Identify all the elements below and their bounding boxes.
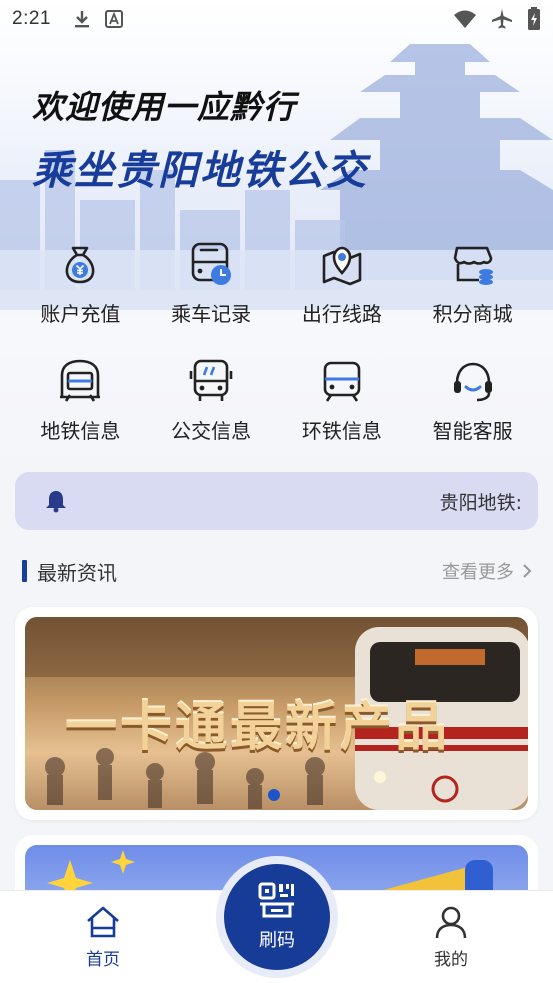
grid-label-metro-info: 地铁信息	[40, 419, 121, 443]
notice-bar[interactable]: 贵阳地铁:	[15, 472, 538, 530]
grid-label-points-mall: 积分商城	[432, 302, 513, 326]
tab-mine-label: 我的	[434, 950, 468, 970]
grid-item-points-mall[interactable]: 积分商城	[407, 240, 538, 327]
download-icon	[74, 11, 89, 28]
money-bag-icon	[65, 246, 95, 284]
grid-item-ring-rail-info[interactable]: 环铁信息	[277, 357, 408, 444]
qr-code-icon	[258, 882, 294, 918]
grid-label-ring-rail-info: 环铁信息	[301, 419, 382, 443]
news-carousel-card[interactable]: 一卡通最新产品	[15, 607, 538, 820]
feature-grid: 账户充值 乘车记录 出行线路 积分商城 地铁信息 公交信息 环铁信息 智能客服	[15, 240, 538, 444]
font-a-icon	[104, 10, 123, 28]
greeting-line-1: 欢迎使用一应黔行	[32, 88, 297, 126]
grid-item-recharge[interactable]: 账户充值	[15, 240, 146, 327]
tab-home[interactable]: 首页	[63, 905, 143, 970]
map-pin-icon	[322, 246, 362, 286]
banner-title: 一卡通最新产品	[65, 698, 451, 758]
chevron-right-icon	[523, 564, 532, 578]
user-icon	[435, 906, 467, 939]
greeting-line-2: 乘坐贵阳地铁公交	[32, 148, 368, 194]
news-section-title: 最新资讯	[37, 560, 117, 585]
section-accent-bar	[22, 560, 27, 582]
battery-charging-icon	[528, 7, 540, 30]
status-time: 2:21	[12, 8, 51, 29]
carousel-indicator-dot[interactable]	[268, 789, 280, 801]
view-more-label: 查看更多	[442, 562, 514, 583]
news-banner-image[interactable]: 一卡通最新产品	[25, 617, 528, 810]
grid-label-smart-service: 智能客服	[432, 419, 513, 443]
scan-code-inner: 刷码	[224, 864, 330, 970]
notice-text: 贵阳地铁:	[439, 491, 522, 514]
train-icon	[323, 361, 361, 402]
view-more-link[interactable]: 查看更多	[442, 558, 532, 584]
grid-item-smart-service[interactable]: 智能客服	[407, 357, 538, 444]
bus-icon	[189, 359, 233, 401]
grid-item-metro-info[interactable]: 地铁信息	[15, 357, 146, 444]
headset-icon	[453, 362, 492, 402]
airplane-mode-icon	[492, 9, 512, 29]
grid-item-ride-records[interactable]: 乘车记录	[146, 240, 277, 327]
home-icon	[87, 906, 119, 938]
store-coins-icon	[453, 246, 493, 285]
grid-item-bus-info[interactable]: 公交信息	[146, 357, 277, 444]
grid-item-travel-routes[interactable]: 出行线路	[277, 240, 408, 327]
grid-label-recharge: 账户充值	[40, 302, 121, 326]
grid-label-ride-records: 乘车记录	[171, 302, 252, 326]
scan-code-label: 刷码	[259, 930, 295, 951]
news-section-header: 最新资讯 查看更多	[22, 555, 532, 587]
bus-clock-icon	[191, 242, 232, 285]
tab-home-label: 首页	[86, 950, 120, 970]
tab-mine[interactable]: 我的	[411, 905, 491, 970]
bell-icon	[46, 491, 66, 513]
grid-label-bus-info: 公交信息	[171, 419, 252, 443]
scan-code-button[interactable]: 刷码	[216, 856, 338, 978]
wifi-icon	[454, 10, 476, 28]
status-bar: 2:21	[0, 0, 553, 38]
grid-label-travel-routes: 出行线路	[301, 302, 382, 326]
metro-icon	[60, 359, 101, 402]
